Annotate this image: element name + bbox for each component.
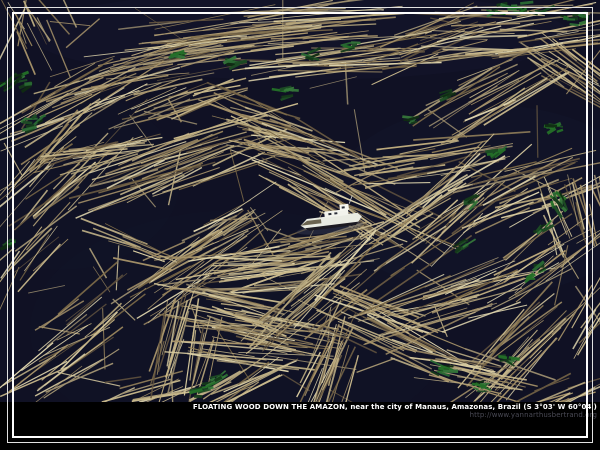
photo-canvas: [0, 0, 600, 402]
photo-caption: FLOATING WOOD DOWN THE AMAZON, near the …: [0, 403, 597, 411]
photographer-url: http://www.yannarthusbertrand.org: [0, 411, 597, 419]
desktop-wallpaper: FLOATING WOOD DOWN THE AMAZON, near the …: [0, 0, 600, 450]
caption-bar: FLOATING WOOD DOWN THE AMAZON, near the …: [0, 402, 600, 450]
aerial-photograph: [0, 0, 600, 402]
